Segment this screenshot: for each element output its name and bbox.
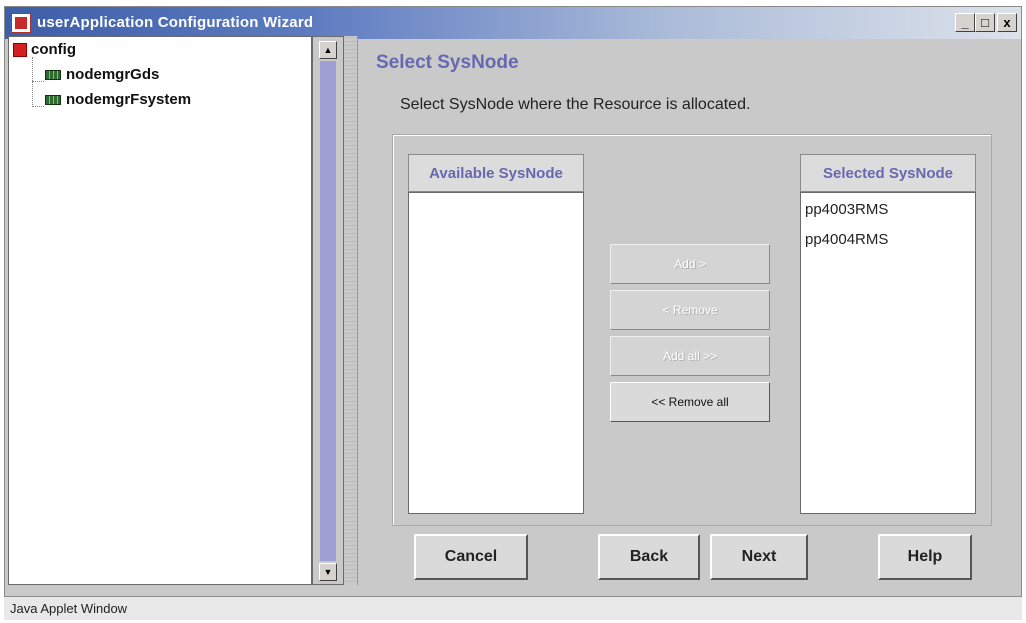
scroll-down-arrow-icon[interactable]: ▼: [319, 563, 337, 581]
available-sysnode-list[interactable]: [408, 192, 584, 514]
tree-node-nodemgrgds[interactable]: nodemgrGds: [45, 66, 159, 83]
page-description: Select SysNode where the Resource is all…: [400, 96, 751, 113]
config-folder-icon: [13, 42, 27, 57]
close-button[interactable]: x: [997, 13, 1017, 32]
pane-splitter[interactable]: [344, 36, 358, 585]
maximize-button[interactable]: □: [975, 13, 995, 32]
tree-node-label: config: [31, 41, 76, 58]
remove-all-button[interactable]: << Remove all: [610, 382, 770, 422]
tree-connector: [32, 106, 44, 107]
cancel-button[interactable]: Cancel: [414, 534, 528, 580]
next-button[interactable]: Next: [710, 534, 808, 580]
tree-node-config[interactable]: config: [13, 41, 76, 58]
help-button[interactable]: Help: [878, 534, 972, 580]
add-all-button[interactable]: Add all >>: [610, 336, 770, 376]
tree-node-nodemgrfsystem[interactable]: nodemgrFsystem: [45, 91, 191, 108]
config-tree[interactable]: config nodemgrGds nodemgrFsystem: [8, 36, 312, 585]
window-title: userApplication Configuration Wizard: [37, 14, 314, 31]
tree-node-label: nodemgrGds: [66, 66, 160, 83]
title-bar[interactable]: userApplication Configuration Wizard _ □…: [5, 7, 1021, 39]
scroll-track[interactable]: [320, 61, 336, 561]
resource-icon: [45, 69, 61, 80]
app-icon: [11, 13, 31, 33]
selected-sysnode-list[interactable]: pp4003RMS pp4004RMS: [800, 192, 976, 514]
tree-connector: [32, 57, 33, 107]
tree-connector: [32, 81, 44, 82]
selected-sysnode-header: Selected SysNode: [800, 154, 976, 192]
page-title: Select SysNode: [376, 52, 519, 73]
minimize-button[interactable]: _: [955, 13, 975, 32]
remove-button[interactable]: < Remove: [610, 290, 770, 330]
resource-icon: [45, 94, 61, 105]
tree-node-label: nodemgrFsystem: [66, 91, 192, 108]
list-item[interactable]: pp4004RMS: [805, 231, 888, 248]
available-sysnode-header: Available SysNode: [408, 154, 584, 192]
status-bar: Java Applet Window: [4, 596, 1022, 620]
add-button[interactable]: Add >: [610, 244, 770, 284]
scroll-up-arrow-icon[interactable]: ▲: [319, 41, 337, 59]
back-button[interactable]: Back: [598, 534, 700, 580]
tree-scrollbar[interactable]: ▲ ▼: [312, 36, 344, 585]
list-item[interactable]: pp4003RMS: [805, 201, 888, 218]
